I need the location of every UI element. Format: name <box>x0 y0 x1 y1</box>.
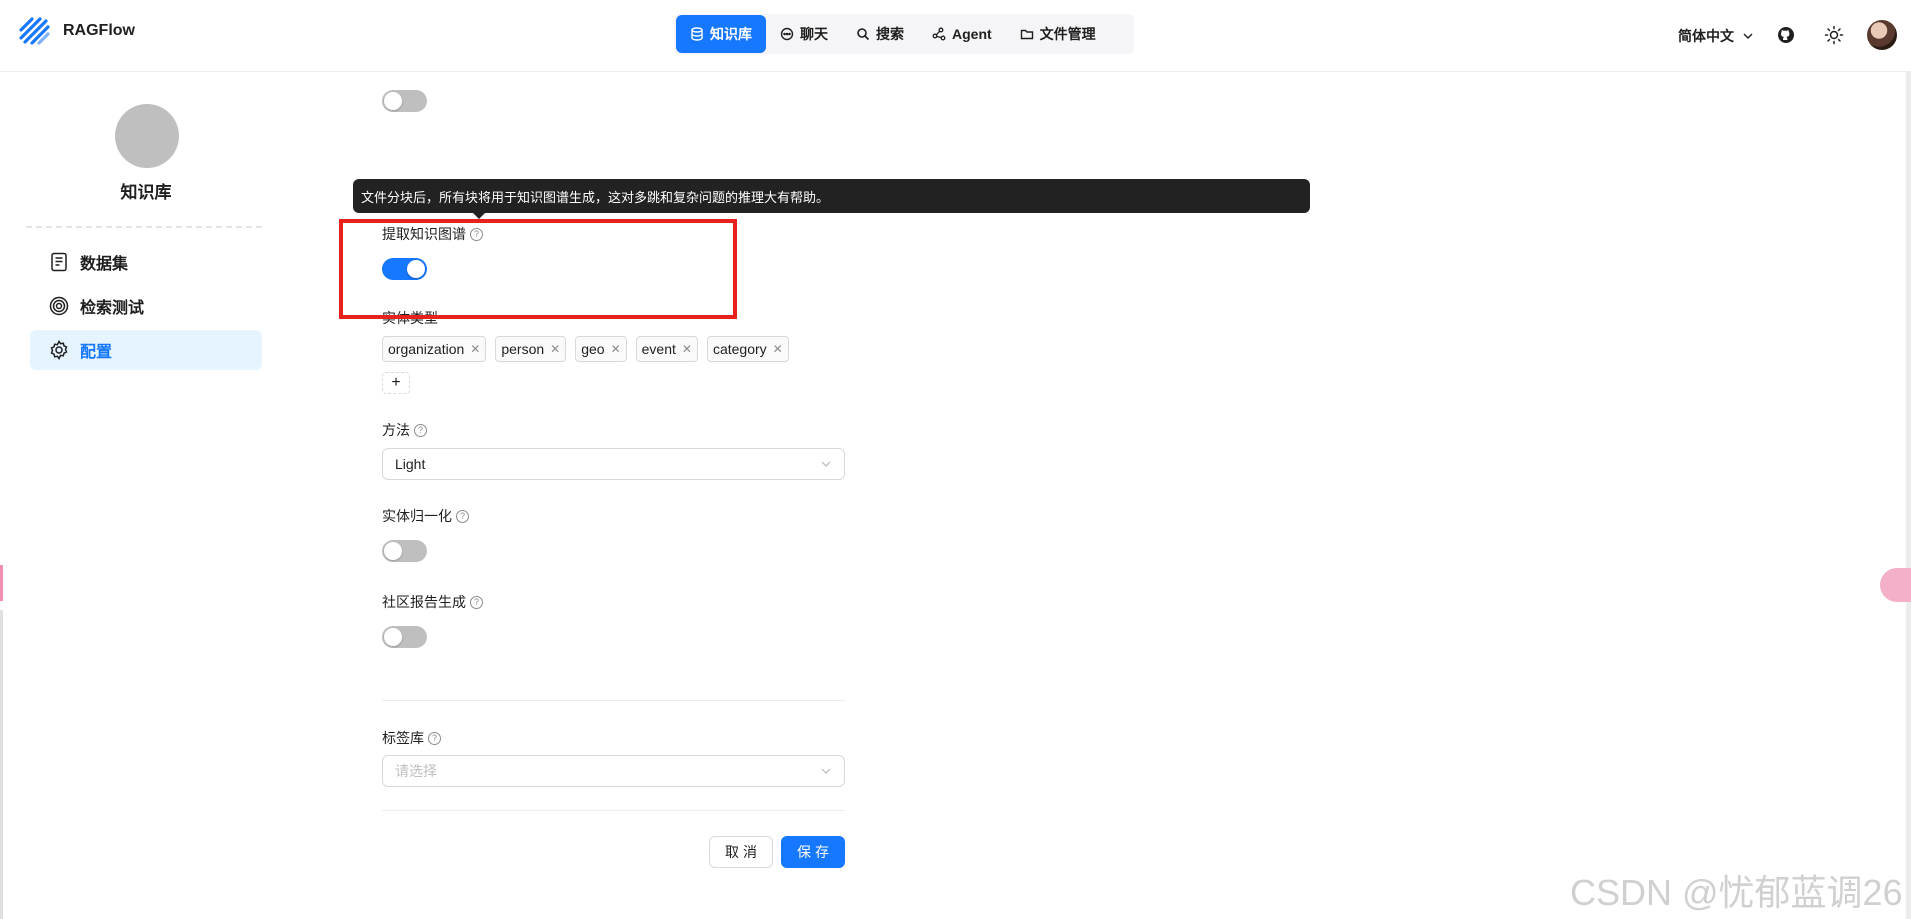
search-icon <box>857 28 870 41</box>
entity-tag: geo ✕ <box>575 336 627 362</box>
tag-text: event <box>641 341 676 357</box>
kb-name: 知识库 <box>120 183 172 202</box>
entity-resolution-label: 实体归一化 ? <box>382 506 469 526</box>
theme-toggle-icon[interactable] <box>1823 24 1845 46</box>
chevron-down-icon <box>1743 33 1753 39</box>
language-selector[interactable]: 简体中文 <box>1678 26 1754 46</box>
chat-icon <box>780 27 794 41</box>
nav-label: 知识库 <box>710 26 752 42</box>
edge-marker <box>0 565 3 601</box>
help-icon[interactable]: ? <box>456 509 469 523</box>
nav-file-management[interactable]: 文件管理 <box>1006 15 1110 53</box>
database-icon <box>691 27 703 41</box>
nav-label: Agent <box>952 26 992 42</box>
watermark: CSDN @忧郁蓝调26 <box>1570 872 1903 913</box>
tag-text: organization <box>388 341 465 357</box>
help-icon[interactable]: ? <box>414 423 427 437</box>
top-toggle[interactable] <box>382 90 427 112</box>
close-icon[interactable]: ✕ <box>773 342 783 356</box>
close-icon[interactable]: ✕ <box>682 342 692 356</box>
method-label-text: 方法 <box>382 422 410 438</box>
top-header: RAGFlow 知识库 聊天 搜索 Agent 文件管理 简体中文 <box>0 0 1911 72</box>
translate-float-button[interactable] <box>1880 568 1911 602</box>
document-icon <box>51 252 67 272</box>
nav-search[interactable]: 搜索 <box>842 15 918 53</box>
sidebar-item-label: 检索测试 <box>80 300 145 317</box>
entity-tag: category ✕ <box>706 336 789 362</box>
method-value: Light <box>395 456 426 472</box>
community-report-label: 社区报告生成 ? <box>382 592 483 612</box>
user-avatar[interactable] <box>1867 20 1897 50</box>
entity-type-tags: organization ✕ person ✕ geo ✕ event ✕ catego… <box>382 336 789 362</box>
entity-tag: person ✕ <box>495 336 567 362</box>
language-label: 简体中文 <box>1678 28 1734 44</box>
target-icon <box>49 296 69 316</box>
nav-label: 聊天 <box>800 26 828 42</box>
tag-text: category <box>712 341 767 357</box>
close-icon[interactable]: ✕ <box>470 342 480 356</box>
sidebar-item-dataset[interactable]: 数据集 <box>30 242 262 282</box>
sidebar-item-config[interactable]: 配置 <box>30 330 262 370</box>
help-tooltip: 文件分块后，所有块将用于知识图谱生成，这对多跳和复杂问题的推理大有帮助。 <box>353 179 1310 219</box>
github-icon[interactable] <box>1775 24 1797 46</box>
entity-tag: event ✕ <box>635 336 698 362</box>
scrollbar-track[interactable] <box>1906 72 1911 919</box>
entity-resolution-toggle[interactable] <box>382 540 427 562</box>
nav-agent[interactable]: Agent <box>918 15 1006 53</box>
sidebar-item-retrieval-test[interactable]: 检索测试 <box>30 286 262 326</box>
tag-kb-placeholder: 请选择 <box>395 763 437 779</box>
agent-icon <box>932 27 946 41</box>
section-divider <box>382 700 845 701</box>
nav-label: 文件管理 <box>1039 26 1096 42</box>
nav-chat[interactable]: 聊天 <box>766 15 842 53</box>
cancel-button[interactable]: 取消 <box>709 836 773 868</box>
method-select[interactable]: Light <box>382 448 845 480</box>
sidebar-divider <box>26 226 262 228</box>
section-divider <box>382 810 845 811</box>
tag-text: person <box>501 341 545 357</box>
tag-kb-select[interactable]: 请选择 <box>382 755 845 787</box>
entity-tag: organization ✕ <box>382 336 487 362</box>
folder-icon <box>1020 29 1033 40</box>
help-icon[interactable]: ? <box>470 595 483 609</box>
community-label-text: 社区报告生成 <box>382 594 466 610</box>
nav-knowledge-base[interactable]: 知识库 <box>676 15 766 53</box>
tag-kb-label-text: 标签库 <box>382 730 424 746</box>
help-icon[interactable]: ? <box>428 731 441 745</box>
tag-text: geo <box>581 341 605 357</box>
add-tag-button[interactable]: + <box>382 372 410 394</box>
method-label: 方法 ? <box>382 420 427 440</box>
brand-name[interactable]: RAGFlow <box>63 22 135 40</box>
community-report-toggle[interactable] <box>382 626 427 648</box>
annotation-highlight-box <box>339 219 737 319</box>
kb-avatar <box>115 104 179 168</box>
ragflow-logo-icon[interactable] <box>18 14 52 48</box>
chevron-down-icon <box>821 461 831 467</box>
nav-label: 搜索 <box>876 26 904 42</box>
sidebar-item-label: 数据集 <box>80 256 129 273</box>
close-icon[interactable]: ✕ <box>611 342 621 356</box>
gear-icon <box>50 340 68 360</box>
sidebar-item-label: 配置 <box>80 344 113 361</box>
save-button[interactable]: 保存 <box>781 836 845 868</box>
chevron-down-icon <box>821 768 831 774</box>
window-edge <box>0 610 3 919</box>
entity-resolution-label-text: 实体归一化 <box>382 508 452 524</box>
close-icon[interactable]: ✕ <box>550 342 560 356</box>
main-nav: 知识库 聊天 搜索 Agent 文件管理 <box>674 14 1134 54</box>
tag-kb-label: 标签库 ? <box>382 728 441 748</box>
